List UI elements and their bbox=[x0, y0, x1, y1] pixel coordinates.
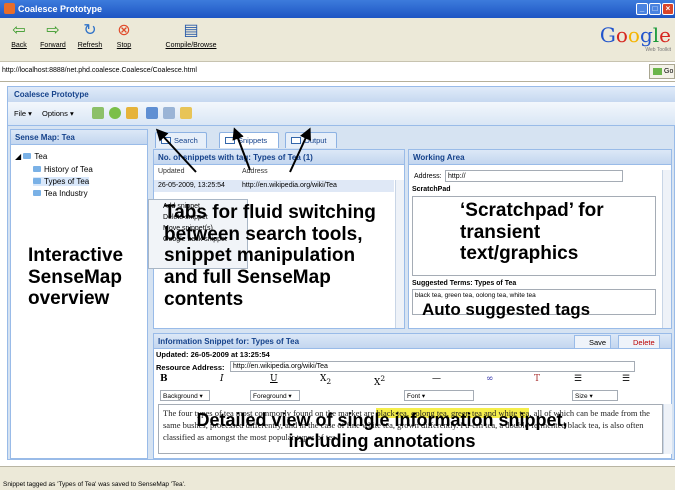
annotation-tags: Auto suggested tags bbox=[422, 300, 591, 319]
annotation-scratchpad: ‘Scratchpad’ for transient text/graphics bbox=[460, 200, 604, 265]
arrow-search bbox=[155, 128, 197, 173]
annotation-tabs: Tabs for fluid switching between search … bbox=[164, 202, 376, 310]
arrow-output bbox=[289, 127, 311, 173]
annotation-overview: Interactive SenseMap overview bbox=[28, 245, 124, 310]
annotation-detail: Detailed view of single information snip… bbox=[196, 410, 568, 451]
arrow-snippets bbox=[232, 127, 251, 171]
